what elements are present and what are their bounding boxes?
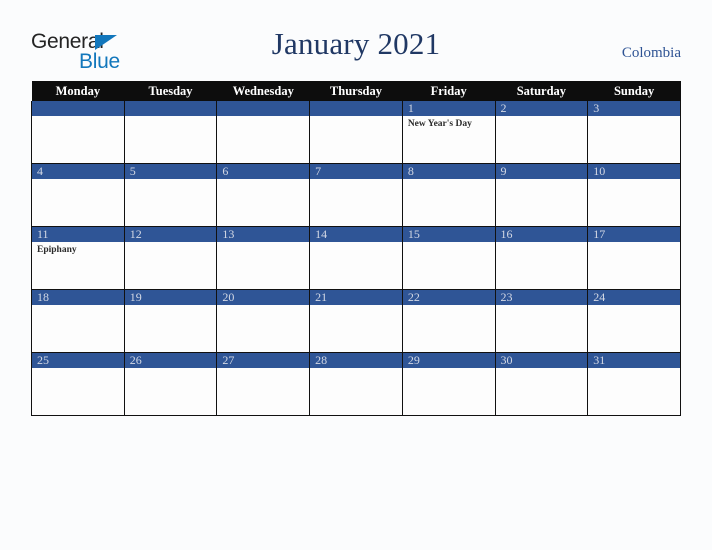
day-number: 30 xyxy=(495,353,588,368)
day-cell[interactable]: 8 xyxy=(401,163,496,227)
weekday-header-monday: Monday xyxy=(31,81,125,101)
day-cell[interactable] xyxy=(309,101,403,164)
week-row: 4 5 6 7 8 9 10 xyxy=(31,163,681,227)
day-cell[interactable] xyxy=(31,101,125,164)
day-number: 26 xyxy=(124,353,217,368)
day-number xyxy=(124,101,217,116)
day-cell[interactable]: 26 xyxy=(123,352,218,416)
day-cell[interactable]: 14 xyxy=(309,226,403,290)
day-cell[interactable]: 29 xyxy=(401,352,496,416)
day-number: 14 xyxy=(310,227,402,242)
day-cell[interactable]: 28 xyxy=(309,352,403,416)
week-rows: 1 New Year's Day 2 3 4 5 6 7 8 9 10 11 Epiphany 12 13 1… xyxy=(31,101,681,416)
day-number: 8 xyxy=(402,164,495,179)
week-row: 1 New Year's Day 2 3 xyxy=(31,101,681,164)
day-number: 13 xyxy=(217,227,310,242)
day-cell[interactable]: 3 xyxy=(587,101,681,164)
weekday-header-saturday: Saturday xyxy=(495,81,588,101)
day-cell[interactable]: 19 xyxy=(123,289,218,353)
day-number: 10 xyxy=(588,164,680,179)
weekday-header-row: Monday Tuesday Wednesday Thursday Friday… xyxy=(31,81,681,101)
weekday-header-thursday: Thursday xyxy=(309,81,403,101)
day-number: 22 xyxy=(402,290,495,305)
day-number: 9 xyxy=(495,164,588,179)
day-cell[interactable]: 20 xyxy=(216,289,311,353)
day-cell[interactable] xyxy=(216,101,311,164)
day-number: 12 xyxy=(124,227,217,242)
day-cell[interactable]: 18 xyxy=(31,289,125,353)
day-number: 11 xyxy=(32,227,124,242)
day-cell[interactable]: 16 xyxy=(494,226,589,290)
day-number: 1 xyxy=(402,101,495,116)
day-cell[interactable]: 12 xyxy=(123,226,218,290)
day-number: 5 xyxy=(124,164,217,179)
week-row: 25 26 27 28 29 30 31 xyxy=(31,352,681,416)
day-cell[interactable]: 23 xyxy=(494,289,589,353)
country-label: Colombia xyxy=(621,45,681,61)
day-number: 6 xyxy=(217,164,310,179)
day-number xyxy=(32,101,124,116)
day-number: 28 xyxy=(310,353,402,368)
week-row: 11 Epiphany 12 13 14 15 16 17 xyxy=(31,226,681,290)
day-cell[interactable]: 7 xyxy=(309,163,403,227)
day-cell[interactable]: 10 xyxy=(587,163,681,227)
holiday-label: Epiphany xyxy=(37,245,77,255)
day-number: 25 xyxy=(32,353,124,368)
day-number: 27 xyxy=(217,353,310,368)
month-grid: Monday Tuesday Wednesday Thursday Friday… xyxy=(31,81,681,416)
day-cell[interactable]: 21 xyxy=(309,289,403,353)
day-cell[interactable]: 30 xyxy=(494,352,589,416)
day-number: 31 xyxy=(588,353,680,368)
day-number xyxy=(310,101,402,116)
page-title: January 2021 xyxy=(271,26,441,61)
day-cell[interactable] xyxy=(123,101,218,164)
day-cell[interactable]: 1 New Year's Day xyxy=(401,101,496,164)
day-number: 7 xyxy=(310,164,402,179)
day-number xyxy=(217,101,310,116)
day-number: 2 xyxy=(495,101,588,116)
day-number: 29 xyxy=(402,353,495,368)
weekday-header-wednesday: Wednesday xyxy=(216,81,310,101)
day-cell[interactable]: 25 xyxy=(31,352,125,416)
day-cell[interactable]: 5 xyxy=(123,163,218,227)
day-cell[interactable]: 13 xyxy=(216,226,311,290)
day-number: 23 xyxy=(495,290,588,305)
day-cell[interactable]: 27 xyxy=(216,352,311,416)
holiday-label: New Year's Day xyxy=(407,119,472,129)
day-cell[interactable]: 24 xyxy=(587,289,681,353)
day-cell[interactable]: 15 xyxy=(401,226,496,290)
day-cell[interactable]: 4 xyxy=(31,163,125,227)
weekday-header-friday: Friday xyxy=(402,81,496,101)
day-number: 4 xyxy=(32,164,124,179)
day-number: 19 xyxy=(124,290,217,305)
day-number: 15 xyxy=(402,227,495,242)
day-cell[interactable]: 9 xyxy=(494,163,589,227)
day-number: 21 xyxy=(310,290,402,305)
day-number: 24 xyxy=(588,290,680,305)
day-number: 3 xyxy=(588,101,680,116)
day-number: 16 xyxy=(495,227,588,242)
day-cell[interactable]: 2 xyxy=(494,101,589,164)
calendar-page: General Blue January 2021 Colombia Monda… xyxy=(0,0,712,550)
weekday-header-sunday: Sunday xyxy=(587,81,681,101)
day-cell[interactable]: 6 xyxy=(216,163,311,227)
day-cell[interactable]: 11 Epiphany xyxy=(31,226,125,290)
week-row: 18 19 20 21 22 23 24 xyxy=(31,289,681,353)
day-cell[interactable]: 22 xyxy=(401,289,496,353)
day-number: 18 xyxy=(32,290,124,305)
day-number: 17 xyxy=(588,227,680,242)
weekday-header-tuesday: Tuesday xyxy=(124,81,217,101)
day-number: 20 xyxy=(217,290,310,305)
day-cell[interactable]: 31 xyxy=(587,352,681,416)
day-cell[interactable]: 17 xyxy=(587,226,681,290)
